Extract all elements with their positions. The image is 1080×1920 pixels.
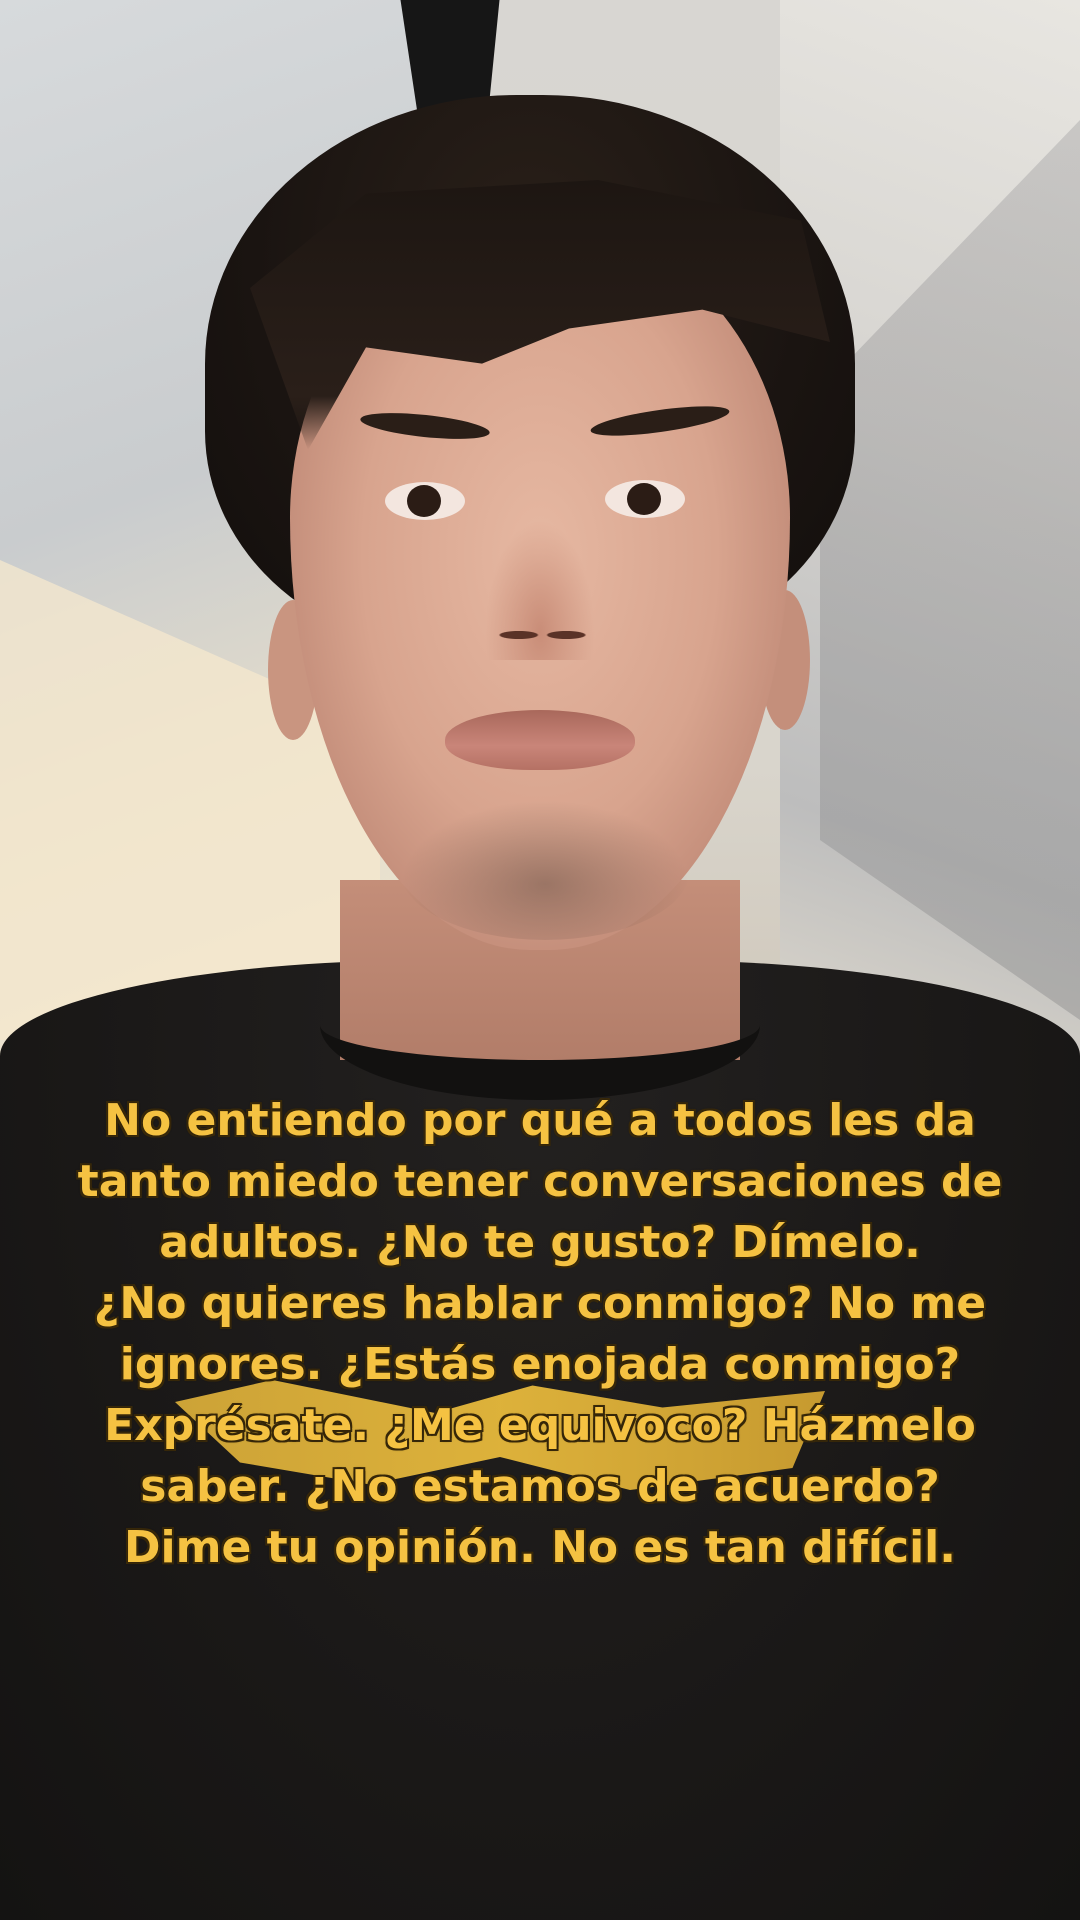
caption-line-2: tanto miedo tener conversaciones de (77, 1155, 1004, 1208)
shirt-collar (320, 950, 760, 1100)
caption-line-7: saber. ¿No estamos de acuerdo? (139, 1460, 940, 1513)
caption-line-3: adultos. ¿No te gusto? Dímelo. (158, 1216, 922, 1269)
video-caption: No entiendo por qué a todos les da tanto… (60, 1090, 1020, 1578)
caption-line-4: ¿No quieres hablar conmigo? No me (93, 1277, 987, 1330)
video-frame: No entiendo por qué a todos les da tanto… (0, 0, 1080, 1920)
eye-right (605, 480, 685, 518)
eye-left (385, 482, 465, 520)
caption-line-6: Exprésate. ¿Me equivoco? Házmelo (103, 1399, 977, 1452)
lips (445, 710, 635, 770)
caption-line-8: Dime tu opinión. No es tan difícil. (123, 1521, 957, 1574)
nostrils (495, 620, 590, 650)
caption-line-1: No entiendo por qué a todos les da (103, 1094, 977, 1147)
caption-line-5: ignores. ¿Estás enojada conmigo? (119, 1338, 961, 1391)
beard (400, 800, 690, 940)
